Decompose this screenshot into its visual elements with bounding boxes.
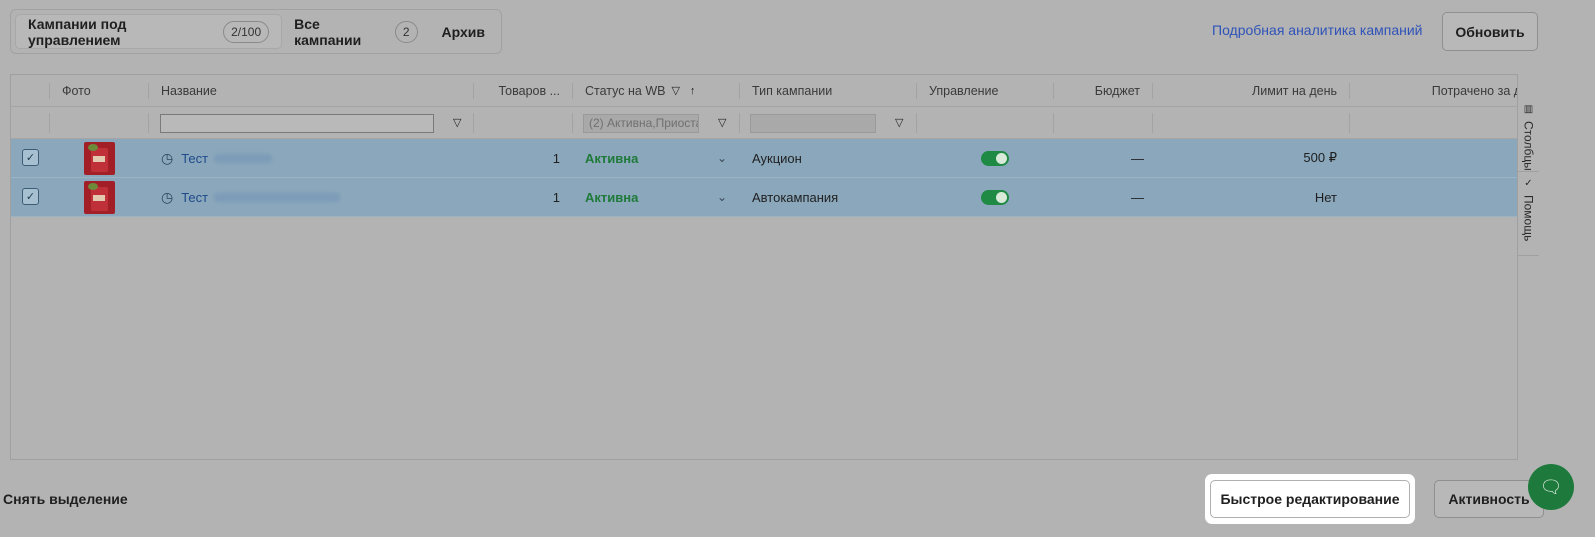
campaign-name-cell[interactable]: ◷ Тест — [149, 139, 473, 177]
chat-icon[interactable]: 🗨 — [1528, 464, 1574, 510]
tab-managed-campaigns[interactable]: Кампании под управлением 2/100 — [15, 14, 283, 49]
col-budget[interactable]: Бюджет — [1054, 75, 1152, 106]
status-cell[interactable]: Активна ⌄ — [573, 139, 739, 177]
chevron-down-icon[interactable]: ⌄ — [717, 190, 727, 204]
name-filter-input[interactable] — [160, 114, 434, 133]
status-cell[interactable]: Активна ⌄ — [573, 178, 739, 216]
status-badge: Активна — [585, 189, 639, 205]
goods-count: 1 — [552, 150, 560, 166]
side-tab-help[interactable]: ✓ Помощь — [1518, 172, 1539, 256]
product-thumbnail — [84, 181, 115, 214]
col-type[interactable]: Тип кампании — [740, 75, 916, 106]
budget-value: — — [1131, 150, 1144, 166]
status-badge: Активна — [585, 150, 639, 166]
tab-label: Архив — [441, 23, 485, 40]
campaign-type: Аукцион — [752, 150, 802, 166]
chevron-down-icon[interactable]: ⌄ — [717, 151, 727, 165]
control-toggle[interactable] — [981, 150, 1009, 166]
analytics-link[interactable]: Подробная аналитика кампаний — [1212, 22, 1423, 38]
filter-icon[interactable]: ▽ — [453, 116, 461, 129]
campaign-name[interactable]: Тест — [181, 190, 208, 205]
tab-count-badge: 2 — [394, 20, 418, 43]
campaign-type: Автокампания — [752, 189, 839, 205]
redacted-name — [214, 192, 341, 202]
budget-value: — — [1131, 189, 1144, 205]
tab-label: Все кампании — [294, 15, 362, 48]
tab-all-campaigns[interactable]: Все кампании 2 — [282, 14, 429, 49]
campaign-name-cell[interactable]: ◷ Тест — [149, 178, 473, 216]
table-row[interactable]: ✓ ◷ Тест 1 Активна ⌄ Автокампания — Нет — [11, 178, 1537, 217]
row-checkbox[interactable]: ✓ — [22, 149, 39, 166]
col-status[interactable]: Статус на WB ▽ ↑ — [573, 75, 739, 106]
table-row[interactable]: ✓ ◷ Тест 1 Активна ⌄ Аукцион — 500 ₽ — [11, 139, 1537, 178]
arrow-up-icon[interactable]: ↑ — [690, 85, 696, 97]
campaign-name[interactable]: Тест — [181, 151, 208, 166]
daily-limit-value[interactable]: 500 ₽ — [1153, 139, 1349, 177]
side-tab-columns[interactable]: ▥ Столбцы — [1518, 98, 1539, 172]
table-header: Фото Название Товаров ... Статус на WB ▽… — [11, 75, 1537, 107]
filter-icon[interactable]: ▽ — [671, 84, 679, 97]
control-toggle[interactable] — [981, 189, 1009, 205]
side-tab-label: Столбцы — [1521, 121, 1536, 171]
tab-archive[interactable]: Архив — [430, 14, 497, 49]
type-filter-select[interactable] — [750, 114, 876, 133]
side-panel: ▥ Столбцы ✓ Помощь — [1517, 74, 1539, 460]
refresh-button[interactable]: Обновить — [1442, 12, 1538, 51]
filter-icon[interactable]: ▽ — [895, 116, 903, 129]
tab-count-badge: 2/100 — [223, 20, 270, 43]
col-spent[interactable]: Потрачено за де — [1350, 75, 1528, 106]
redacted-name — [214, 153, 273, 163]
col-control[interactable]: Управление — [917, 75, 1053, 106]
check-icon: ✓ — [1524, 178, 1533, 189]
clock-icon: ◷ — [161, 149, 174, 166]
campaign-tabs: Кампании под управлением 2/100 Все кампа… — [10, 9, 502, 54]
col-daily-limit[interactable]: Лимит на день — [1153, 75, 1349, 106]
col-goods[interactable]: Товаров ... — [474, 75, 572, 106]
goods-count: 1 — [552, 189, 560, 205]
col-status-label: Статус на WB — [585, 83, 666, 98]
status-filter-select[interactable]: (2) Активна,Приоста — [583, 114, 699, 133]
campaigns-table: Фото Название Товаров ... Статус на WB ▽… — [10, 74, 1538, 460]
table-filter-row: ▽ (2) Активна,Приоста ▽ ▽ — [11, 107, 1537, 139]
daily-limit-value[interactable]: Нет — [1153, 178, 1349, 216]
control-cell — [917, 178, 1053, 216]
row-checkbox[interactable]: ✓ — [22, 188, 39, 205]
clock-icon: ◷ — [161, 188, 174, 205]
tab-label: Кампании под управлением — [28, 15, 127, 48]
col-name[interactable]: Название — [149, 75, 473, 106]
product-thumbnail — [84, 142, 115, 175]
side-tab-label: Помощь — [1521, 195, 1536, 242]
filter-icon[interactable]: ▽ — [718, 116, 726, 129]
col-photo[interactable]: Фото — [50, 75, 148, 106]
control-cell — [917, 139, 1053, 177]
columns-icon: ▥ — [1523, 104, 1534, 115]
deselect-button[interactable]: Снять выделение — [3, 491, 128, 507]
quick-edit-button[interactable]: Быстрое редактирование — [1210, 480, 1410, 518]
